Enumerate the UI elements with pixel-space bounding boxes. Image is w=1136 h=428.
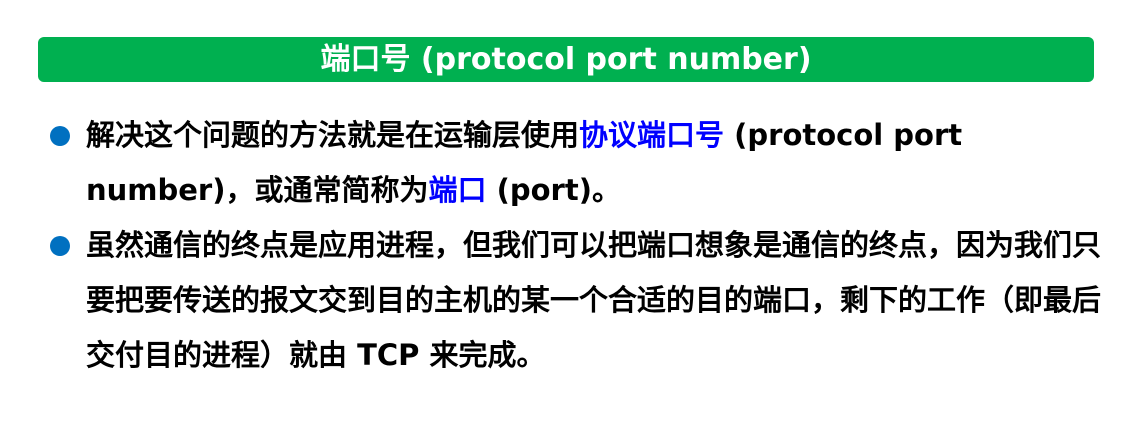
bullet-2-text: 虽然通信的终点是应用进程，但我们可以把端口想象是通信的终点，因为我们只要把要传送… bbox=[86, 228, 1102, 372]
bullet-item-1: 解决这个问题的方法就是在运输层使用协议端口号 (protocol port nu… bbox=[0, 108, 1136, 218]
bullet-1-text-c: (port)。 bbox=[486, 173, 621, 207]
slide-title: 端口号 (protocol port number) bbox=[320, 42, 812, 77]
bullet-1-text-a: 解决这个问题的方法就是在运输层使用 bbox=[86, 118, 580, 152]
title-banner: 端口号 (protocol port number) bbox=[38, 37, 1094, 82]
bullet-dot-icon bbox=[50, 126, 70, 146]
bullet-1-highlight-protocol-port: 协议端口号 bbox=[579, 118, 725, 152]
bullet-dot-icon bbox=[50, 236, 70, 256]
bullet-list: 解决这个问题的方法就是在运输层使用协议端口号 (protocol port nu… bbox=[0, 108, 1136, 383]
bullet-1-highlight-port: 端口 bbox=[428, 173, 487, 207]
bullet-item-2: 虽然通信的终点是应用进程，但我们可以把端口想象是通信的终点，因为我们只要把要传送… bbox=[0, 218, 1136, 383]
